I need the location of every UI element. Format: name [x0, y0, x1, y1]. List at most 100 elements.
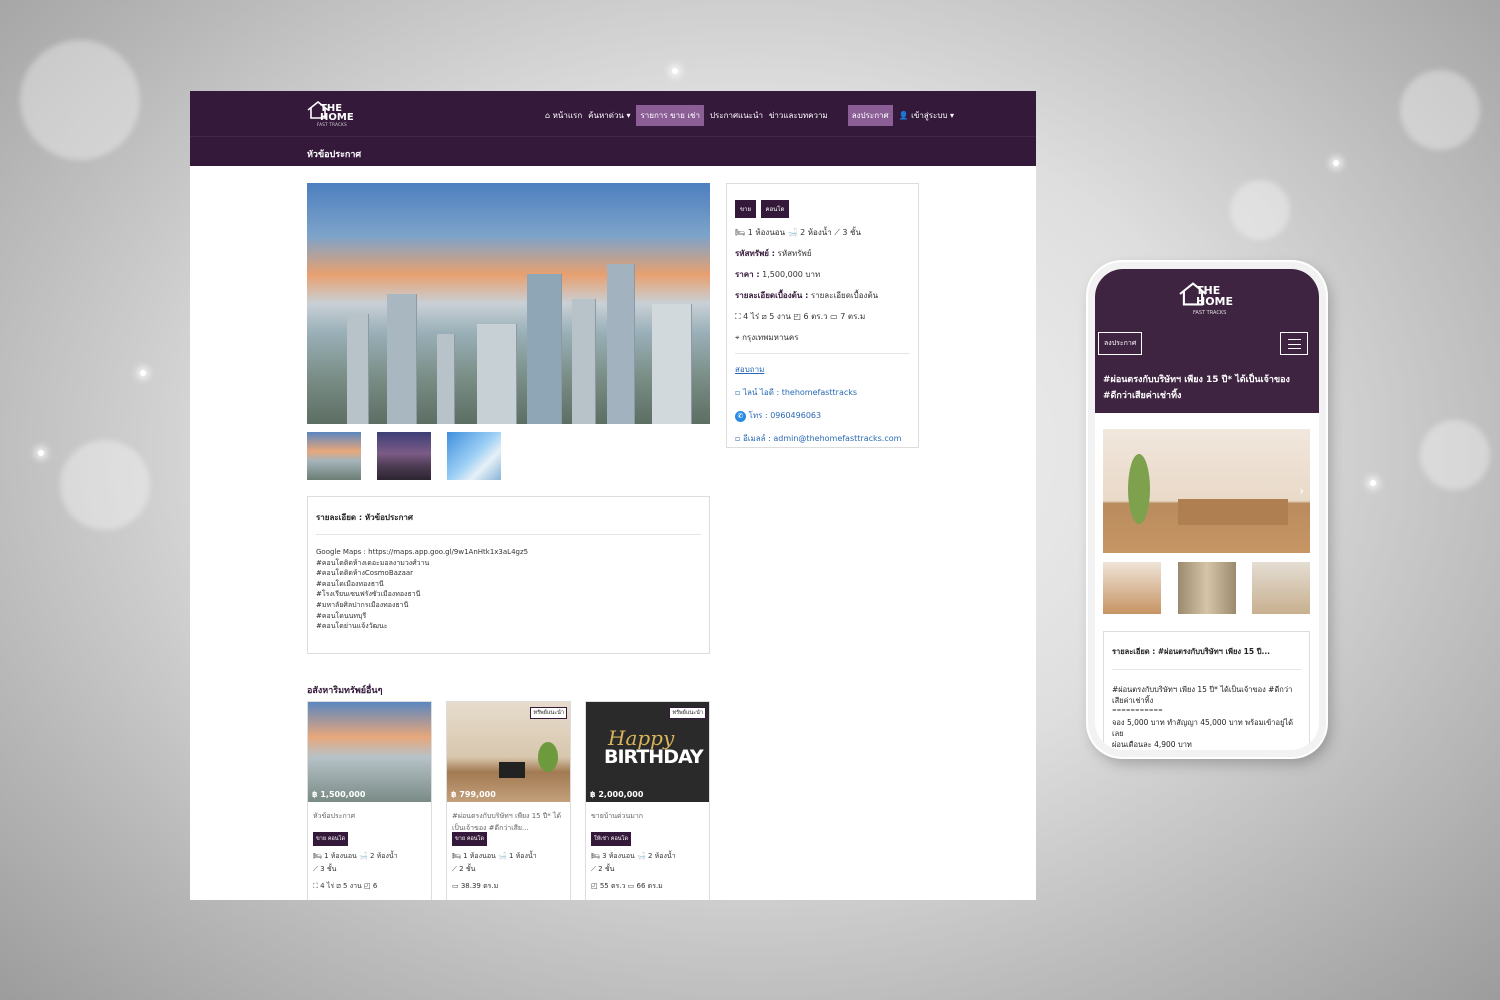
property-card[interactable]: ทรัพย์แนะนำ ฿ 799,000 #ผ่อนตรงกับบริษัทฯ… — [446, 701, 571, 900]
mobile-post-ad-button[interactable]: ลงประกาศ — [1098, 332, 1143, 355]
email-icon: ▫ — [735, 434, 741, 443]
location-row: ⌖ กรุงเทพมหานคร — [735, 331, 910, 344]
sparkle — [140, 370, 146, 376]
logo-text: THE HOME — [1196, 284, 1234, 308]
card-title: #ผ่อนตรงกับบริษัทฯ เพียง 15 ปี* ได้เป็นเ… — [452, 812, 562, 832]
area-icon: ⧄ — [761, 312, 767, 321]
card-title: ขายบ้านด่วนมาก — [591, 812, 644, 820]
card-tag: ให้เช่า คอนโด — [591, 832, 632, 846]
location-pin-icon: ⌖ — [735, 333, 740, 342]
tv-shape — [499, 762, 525, 778]
room-info: 🛏 1 ห้องนอน 🛁 2 ห้องน้ำ ⟋ 3 ชั้น — [735, 226, 910, 239]
nav-home[interactable]: ⌂ หน้าแรก — [545, 109, 582, 122]
description-line: #คอนโดติดห้างเดอะมอลงามวงศ์วาน — [316, 558, 430, 567]
bokeh-light — [1230, 180, 1290, 240]
card-wa: 6 — [372, 882, 378, 890]
brief-row: รายละเอียดเบื้องต้น : รายละเอียดเบื้องต้… — [735, 289, 910, 302]
nav-listing[interactable]: รายการ ขาย เช่า — [636, 105, 704, 126]
card-area: ⛶ 4 ไร่ ⧄ 5 งาน ◰ 6 — [313, 882, 378, 890]
card-price: ฿ 2,000,000 — [590, 790, 644, 799]
area-sqm: 7 ตร.ม — [840, 312, 866, 321]
thumbnail-strip — [307, 432, 501, 480]
card-area: ▭ 38.39 ตร.ม — [452, 882, 499, 890]
card-tag: ขาย คอนโด — [452, 832, 488, 846]
card-floors: 2 ชั้น — [459, 865, 476, 873]
card-photo: ทรัพย์แนะนำ ฿ 799,000 — [447, 702, 570, 802]
bed-icon: 🛏 — [735, 228, 746, 237]
thumbnail-2[interactable] — [377, 432, 431, 480]
sparkle — [38, 450, 44, 456]
sparkle — [1333, 160, 1339, 166]
building — [347, 314, 369, 424]
bokeh-light — [60, 440, 150, 530]
caret-down-icon: ▾ — [626, 111, 631, 120]
line-text: ไลน์ ไอดี : thehomefasttracks — [742, 388, 858, 397]
logo-subtext: FAST TRACKS — [317, 122, 347, 127]
nav-search-label: ค้นหาด่วน — [588, 111, 624, 120]
building — [437, 334, 455, 424]
mobile-logo[interactable]: THE HOME FAST TRACKS — [1178, 281, 1234, 317]
code-row: รหัสทรัพย์ : รหัสทรัพย์ — [735, 247, 910, 260]
mobile-thumbnail-1[interactable] — [1103, 562, 1161, 614]
email-link[interactable]: ▫ อีเมลล์ : admin@thehomefasttracks.com — [735, 432, 910, 445]
nav-login-label: เข้าสู่ระบบ — [911, 111, 948, 120]
building — [572, 299, 596, 424]
building — [477, 324, 517, 424]
card-bedrooms: 1 ห้องนอน — [324, 852, 357, 860]
mobile-thumbnail-2[interactable] — [1178, 562, 1236, 614]
listing-summary-panel: ขาย คอนโด 🛏 1 ห้องนอน 🛁 2 ห้องน้ำ ⟋ 3 ชั… — [726, 183, 919, 448]
card-bedrooms: 3 ห้องนอน — [602, 852, 635, 860]
description-line: #โรงเรียนเซนฟรังซัวเมืองทองธานี — [316, 590, 421, 599]
logo-subtext: FAST TRACKS — [1193, 310, 1227, 316]
logo-text: THE HOME — [320, 103, 354, 123]
description-line: #มหาลัยศิลปากรเมืองทองธานี — [316, 600, 409, 609]
building — [387, 294, 417, 424]
other-properties-heading: อสังหาริมทรัพย์อื่นๆ — [307, 686, 383, 696]
mobile-thumbnail-3[interactable] — [1252, 562, 1310, 614]
card-bathrooms: 2 ห้องน้ำ — [370, 852, 398, 860]
nav-search[interactable]: ค้นหาด่วน ▾ — [588, 109, 630, 122]
card-title: หัวข้อประกาศ — [313, 812, 356, 820]
area-ngan: 5 งาน — [769, 312, 791, 321]
card-area: ◰ 55 ตร.ว ▭ 66 ตร.ม — [591, 882, 663, 890]
card-ngan: 5 งาน — [343, 882, 362, 890]
main-listing-photo[interactable] — [307, 183, 710, 424]
nav-recommended[interactable]: ประกาศแนะนำ — [710, 109, 763, 122]
bathrooms: 2 ห้องน้ำ — [800, 228, 832, 237]
code-label: รหัสทรัพย์ : — [735, 249, 775, 258]
nav-home-label: หน้าแรก — [552, 111, 583, 120]
mobile-header: THE HOME FAST TRACKS ลงประกาศ #ผ่อนตรงกั… — [1095, 269, 1319, 413]
post-ad-button[interactable]: ลงประกาศ — [847, 105, 893, 126]
phone-icon: ✆ — [735, 411, 746, 422]
chevron-right-icon[interactable]: › — [1299, 484, 1304, 498]
user-icon: 👤 — [898, 111, 909, 120]
card-bathrooms: 2 ห้องน้ำ — [648, 852, 676, 860]
hamburger-menu-icon[interactable] — [1280, 332, 1308, 355]
tag-sale[interactable]: ขาย — [735, 200, 756, 218]
mobile-listing-title: #ผ่อนตรงกับบริษัทฯ เพียง 15 ปี* ได้เป็นเ… — [1103, 375, 1290, 401]
recommended-badge: ทรัพย์แนะนำ — [530, 707, 567, 719]
plot-icon: ◰ — [793, 312, 801, 321]
bedrooms: 1 ห้องนอน — [747, 228, 786, 237]
price-value: 1,500,000 บาท — [762, 270, 821, 279]
thumbnail-3[interactable] — [447, 432, 501, 480]
birthday-text: BIRTHDAY — [604, 746, 704, 768]
mobile-description-title: รายละเอียด : #ผ่อนตรงกับบริษัทฯ เพียง 15… — [1112, 646, 1301, 670]
property-card[interactable]: ฿ 1,500,000 หัวข้อประกาศ ขาย คอนโด 🛏 1 ห… — [307, 701, 432, 900]
card-specs: 🛏 3 ห้องนอน 🛁 2 ห้องน้ำ ⟋ 2 ชั้น — [591, 852, 676, 873]
main-menu: ⌂ หน้าแรก ค้นหาด่วน ▾ รายการ ขาย เช่า ปร… — [545, 105, 960, 126]
site-logo[interactable]: THE HOME FAST TRACKS — [307, 100, 354, 128]
description-line: #คอนโดย่านแจ้งวัฒนะ — [316, 622, 388, 631]
card-bathrooms: 1 ห้องน้ำ — [509, 852, 537, 860]
line-link[interactable]: ▫ ไลน์ ไอดี : thehomefasttracks — [735, 386, 910, 399]
thumbnail-1[interactable] — [307, 432, 361, 480]
card-floors: 3 ชั้น — [320, 865, 337, 873]
phone-link[interactable]: ✆ โทร : 0960496063 — [735, 409, 910, 422]
tag-condo[interactable]: คอนโด — [760, 200, 790, 218]
card-photo: Happy BIRTHDAY ทรัพย์แนะนำ ฿ 2,000,000 — [586, 702, 709, 802]
nav-news[interactable]: ข่าวและบทความ — [769, 109, 828, 122]
mobile-main-photo[interactable]: › — [1103, 429, 1310, 553]
nav-login[interactable]: 👤 เข้าสู่ระบบ ▾ — [899, 109, 954, 122]
property-card[interactable]: Happy BIRTHDAY ทรัพย์แนะนำ ฿ 2,000,000 ข… — [585, 701, 710, 900]
card-photo: ฿ 1,500,000 — [308, 702, 431, 802]
